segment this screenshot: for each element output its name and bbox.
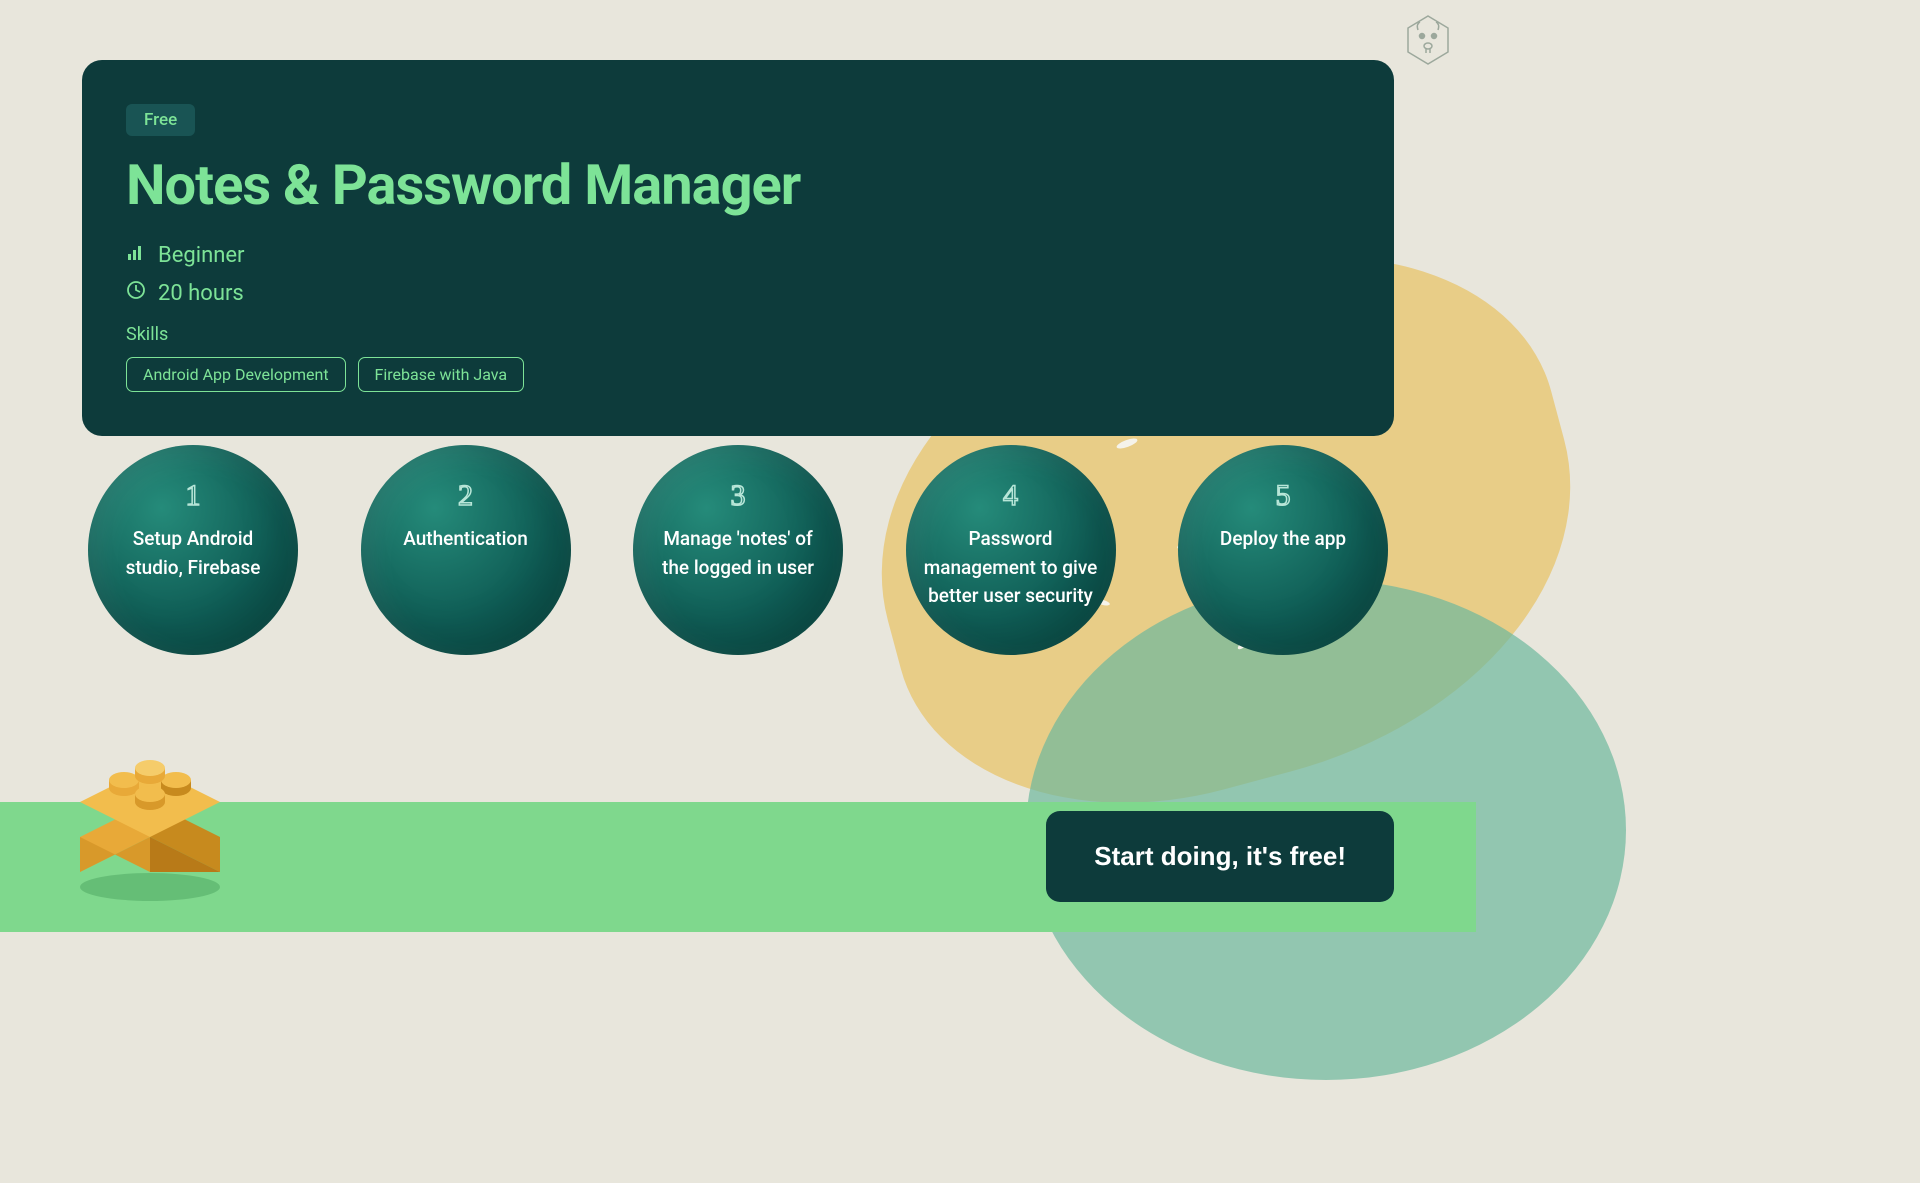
level-row: Beginner [126, 242, 1350, 268]
step-text: Password management to give better user … [906, 525, 1116, 611]
step-text: Authentication [385, 525, 546, 554]
step-text: Manage 'notes' of the logged in user [633, 525, 843, 582]
skill-tag: Firebase with Java [358, 357, 525, 392]
step-circle-2[interactable]: 2 Authentication [361, 445, 571, 655]
free-badge: Free [126, 104, 195, 136]
step-text: Setup Android studio, Firebase [88, 525, 298, 582]
lego-brick-icon [60, 742, 240, 902]
step-number: 5 [1276, 479, 1291, 513]
course-card: Free Notes & Password Manager Beginner 2… [82, 60, 1394, 436]
duration-label: 20 hours [158, 281, 244, 306]
step-circle-5[interactable]: 5 Deploy the app [1178, 445, 1388, 655]
brand-logo-icon [1400, 12, 1456, 68]
steps-row: 1 Setup Android studio, Firebase 2 Authe… [88, 445, 1388, 655]
step-number: 1 [186, 479, 201, 513]
step-number: 3 [731, 479, 746, 513]
duration-row: 20 hours [126, 280, 1350, 306]
clock-icon [126, 280, 146, 306]
step-circle-4[interactable]: 4 Password management to give better use… [906, 445, 1116, 655]
start-button[interactable]: Start doing, it's free! [1046, 811, 1394, 902]
level-icon [126, 242, 146, 268]
step-number: 4 [1003, 479, 1018, 513]
step-number: 2 [458, 479, 473, 513]
skills-label: Skills [126, 324, 1350, 345]
level-label: Beginner [158, 243, 245, 268]
course-title: Notes & Password Manager [126, 152, 1350, 218]
skills-row: Android App Development Firebase with Ja… [126, 357, 1350, 392]
step-circle-3[interactable]: 3 Manage 'notes' of the logged in user [633, 445, 843, 655]
step-circle-1[interactable]: 1 Setup Android studio, Firebase [88, 445, 298, 655]
skill-tag: Android App Development [126, 357, 346, 392]
step-text: Deploy the app [1202, 525, 1364, 554]
